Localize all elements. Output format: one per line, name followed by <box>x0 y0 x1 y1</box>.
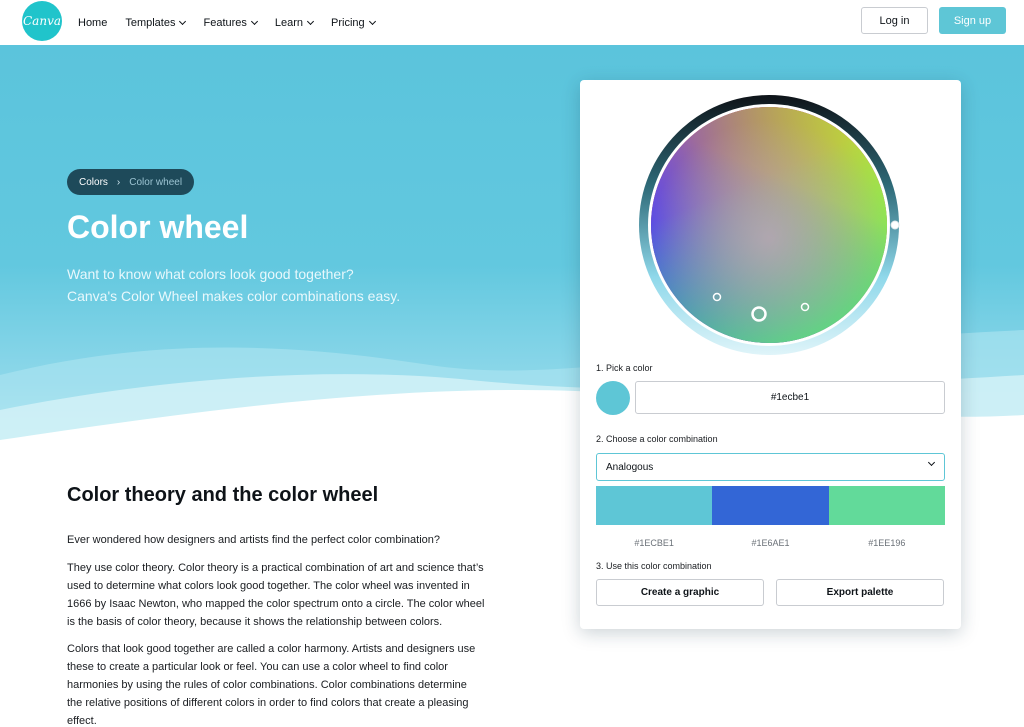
chevron-down-icon <box>307 17 315 25</box>
step1-label: 1. Pick a color <box>596 363 653 373</box>
top-nav: Canva Home Templates Features Learn Pric… <box>0 0 1024 45</box>
chevron-down-icon <box>250 17 258 25</box>
nav-pricing[interactable]: Pricing <box>331 17 376 29</box>
step3-label: 3. Use this color combination <box>596 561 712 571</box>
palette-hex-3[interactable]: #1EE196 <box>829 538 945 548</box>
nav-learn[interactable]: Learn <box>275 17 315 29</box>
signup-button[interactable]: Sign up <box>939 7 1006 34</box>
section-title: Color theory and the color wheel <box>67 484 379 506</box>
combination-select[interactable]: Analogous <box>596 453 945 481</box>
color-wheel-tool: 1. Pick a color 2. Choose a color combin… <box>580 80 961 629</box>
color-wheel[interactable] <box>638 94 900 356</box>
hero-subtitle: Want to know what colors look good toget… <box>67 266 401 304</box>
create-graphic-button[interactable]: Create a graphic <box>596 579 764 606</box>
selected-color-swatch[interactable] <box>596 381 630 415</box>
palette-swatches <box>596 486 945 525</box>
step2-label: 2. Choose a color combination <box>596 434 718 444</box>
breadcrumb: Colors › Color wheel <box>67 169 195 195</box>
palette-swatch-3[interactable] <box>828 486 945 525</box>
breadcrumb-colors[interactable]: Colors <box>79 177 108 188</box>
nav-features[interactable]: Features <box>203 17 258 29</box>
canva-logo[interactable]: Canva <box>22 1 62 41</box>
palette-hex-1[interactable]: #1ECBE1 <box>596 538 712 548</box>
nav-templates[interactable]: Templates <box>125 17 187 29</box>
brightness-handle[interactable] <box>890 220 900 230</box>
hex-input[interactable] <box>635 381 945 414</box>
palette-swatch-1[interactable] <box>596 486 713 525</box>
page-title: Color wheel <box>67 209 249 245</box>
login-button[interactable]: Log in <box>861 7 928 34</box>
nav-home[interactable]: Home <box>78 17 107 29</box>
export-palette-button[interactable]: Export palette <box>776 579 944 606</box>
chevron-down-icon <box>368 17 376 25</box>
palette-hex-2[interactable]: #1E6AE1 <box>712 538 828 548</box>
paragraph-intro: Ever wondered how designers and artists … <box>67 534 440 546</box>
nav-links: Home Templates Features Learn Pricing <box>78 0 393 45</box>
chevron-right-icon: › <box>116 176 121 188</box>
paragraph-harmony: Colors that look good together are calle… <box>67 643 476 727</box>
palette-hex-labels: #1ECBE1 #1E6AE1 #1EE196 <box>596 538 945 548</box>
paragraph-theory: They use color theory. Color theory is a… <box>67 562 485 628</box>
chevron-down-icon <box>179 17 187 25</box>
breadcrumb-current: Color wheel <box>129 176 183 188</box>
chevron-down-icon <box>927 458 936 467</box>
palette-swatch-2[interactable] <box>712 486 829 525</box>
